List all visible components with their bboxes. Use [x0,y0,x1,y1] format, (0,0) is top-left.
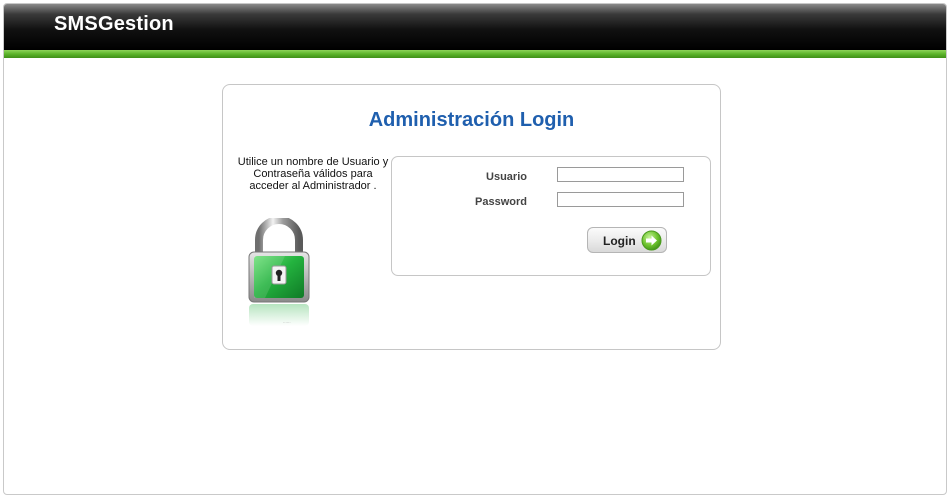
login-form: Usuario Password Login [391,156,711,276]
arrow-right-circle-icon [641,230,662,251]
login-help-text: Utilice un nombre de Usuario y Contraseñ… [237,156,389,192]
header-bar: SMSGestion [4,4,946,50]
login-button[interactable]: Login [587,227,667,253]
header-accent-stripe [4,50,946,58]
username-label: Usuario [486,171,527,183]
username-input[interactable] [557,167,684,182]
login-title: Administración Login [368,109,575,131]
padlock-icon: ······ [245,216,323,330]
password-label: Password [475,196,527,208]
login-panel: Administración Login Utilice un nombre d… [222,84,721,350]
password-input[interactable] [557,192,684,207]
brand-title: SMSGestion [54,13,174,35]
login-button-label: Login [603,234,636,248]
svg-text:······: ······ [283,320,291,325]
